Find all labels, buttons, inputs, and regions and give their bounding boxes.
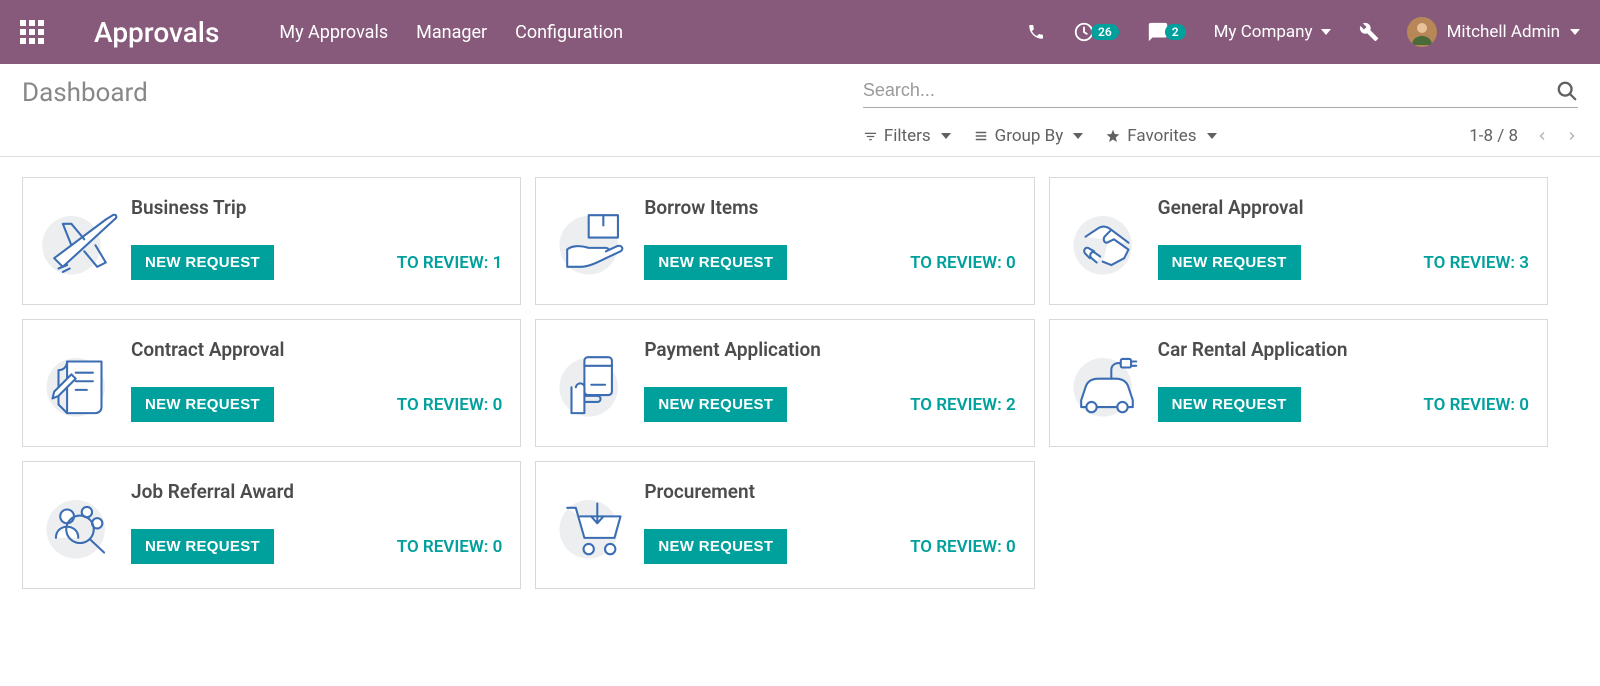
top-navbar: Approvals My Approvals Manager Configura… xyxy=(0,0,1600,64)
to-review-count: 0 xyxy=(493,395,503,415)
company-name: My Company xyxy=(1214,22,1313,42)
to-review-count: 0 xyxy=(1006,253,1016,273)
activity-badge: 26 xyxy=(1091,24,1119,40)
new-request-button[interactable]: NEW REQUEST xyxy=(1158,245,1301,280)
new-request-button[interactable]: NEW REQUEST xyxy=(1158,387,1301,422)
to-review-count: 3 xyxy=(1519,253,1529,273)
user-menu[interactable]: Mitchell Admin xyxy=(1407,17,1580,47)
messages-badge: 2 xyxy=(1165,24,1186,40)
card-title: Contract Approval xyxy=(131,338,502,361)
chevron-down-icon xyxy=(1570,29,1580,35)
to-review-link[interactable]: TO REVIEW: 0 xyxy=(910,253,1016,273)
card-contract-approval: Contract Approval NEW REQUEST TO REVIEW:… xyxy=(22,319,521,447)
to-review-link[interactable]: TO REVIEW: 2 xyxy=(910,395,1016,415)
to-review-link[interactable]: TO REVIEW: 0 xyxy=(1423,395,1529,415)
new-request-button[interactable]: NEW REQUEST xyxy=(131,529,274,564)
card-procurement: Procurement NEW REQUEST TO REVIEW: 0 xyxy=(535,461,1034,589)
new-request-button[interactable]: NEW REQUEST xyxy=(644,529,787,564)
to-review-link[interactable]: TO REVIEW: 0 xyxy=(910,537,1016,557)
messages-icon[interactable]: 2 xyxy=(1147,21,1186,43)
hand-box-icon xyxy=(548,196,638,286)
card-title: Payment Application xyxy=(644,338,1015,361)
card-title: Job Referral Award xyxy=(131,480,502,503)
to-review-count: 1 xyxy=(493,253,503,273)
chevron-down-icon xyxy=(1321,29,1331,35)
to-review-count: 0 xyxy=(1519,395,1529,415)
debug-icon[interactable] xyxy=(1359,22,1379,42)
pager-next-icon[interactable] xyxy=(1566,127,1578,145)
card-payment-application: Payment Application NEW REQUEST TO REVIE… xyxy=(535,319,1034,447)
chevron-down-icon xyxy=(1073,133,1083,139)
new-request-button[interactable]: NEW REQUEST xyxy=(644,245,787,280)
shopping-cart-icon xyxy=(548,480,638,570)
new-request-button[interactable]: NEW REQUEST xyxy=(131,245,274,280)
avatar xyxy=(1407,17,1437,47)
chevron-down-icon xyxy=(1207,133,1217,139)
to-review-count: 0 xyxy=(493,537,503,557)
phone-icon[interactable] xyxy=(1027,23,1045,41)
page-title: Dashboard xyxy=(22,78,148,108)
nav-my-approvals[interactable]: My Approvals xyxy=(279,22,388,43)
new-request-button[interactable]: NEW REQUEST xyxy=(131,387,274,422)
credit-card-hand-icon xyxy=(548,338,638,428)
handshake-icon xyxy=(1062,196,1152,286)
card-title: Procurement xyxy=(644,480,1015,503)
card-title: General Approval xyxy=(1158,196,1529,219)
to-review-prefix: TO REVIEW: xyxy=(397,537,493,557)
chevron-down-icon xyxy=(941,133,951,139)
company-selector[interactable]: My Company xyxy=(1214,22,1331,42)
favorites-label: Favorites xyxy=(1127,126,1196,146)
to-review-link[interactable]: TO REVIEW: 0 xyxy=(397,537,503,557)
to-review-link[interactable]: TO REVIEW: 1 xyxy=(397,253,503,273)
card-title: Borrow Items xyxy=(644,196,1015,219)
pager-prev-icon[interactable] xyxy=(1536,127,1548,145)
to-review-prefix: TO REVIEW: xyxy=(910,537,1006,557)
people-search-icon xyxy=(35,480,125,570)
cards-grid: Business Trip NEW REQUEST TO REVIEW: 1 B… xyxy=(0,157,1570,609)
apps-grid-icon[interactable] xyxy=(20,20,44,44)
to-review-prefix: TO REVIEW: xyxy=(1423,253,1519,273)
to-review-count: 0 xyxy=(1006,537,1016,557)
user-name: Mitchell Admin xyxy=(1447,22,1560,42)
favorites-button[interactable]: Favorites xyxy=(1105,126,1216,146)
search-bar xyxy=(863,78,1578,108)
card-business-trip: Business Trip NEW REQUEST TO REVIEW: 1 xyxy=(22,177,521,305)
card-title: Car Rental Application xyxy=(1158,338,1529,361)
to-review-prefix: TO REVIEW: xyxy=(397,395,493,415)
to-review-prefix: TO REVIEW: xyxy=(1423,395,1519,415)
to-review-link[interactable]: TO REVIEW: 3 xyxy=(1423,253,1529,273)
filters-button[interactable]: Filters xyxy=(863,126,951,146)
airplane-icon xyxy=(35,196,125,286)
pager: 1-8 / 8 xyxy=(1469,126,1578,146)
to-review-count: 2 xyxy=(1006,395,1016,415)
to-review-prefix: TO REVIEW: xyxy=(397,253,493,273)
card-car-rental: Car Rental Application NEW REQUEST TO RE… xyxy=(1049,319,1548,447)
groupby-label: Group By xyxy=(995,126,1064,146)
contract-sign-icon xyxy=(35,338,125,428)
groupby-button[interactable]: Group By xyxy=(973,126,1084,146)
nav-manager[interactable]: Manager xyxy=(416,22,487,43)
search-icon[interactable] xyxy=(1556,80,1578,102)
topbar-right: 26 2 My Company Mitchell Admin xyxy=(1027,17,1580,47)
card-job-referral: Job Referral Award NEW REQUEST TO REVIEW… xyxy=(22,461,521,589)
activity-icon[interactable]: 26 xyxy=(1073,21,1119,43)
search-input[interactable] xyxy=(863,78,1556,103)
nav-configuration[interactable]: Configuration xyxy=(515,22,623,43)
new-request-button[interactable]: NEW REQUEST xyxy=(644,387,787,422)
app-title[interactable]: Approvals xyxy=(94,16,219,49)
to-review-prefix: TO REVIEW: xyxy=(910,253,1006,273)
filters-label: Filters xyxy=(884,126,931,146)
filter-row: Filters Group By Favorites 1-8 / 8 xyxy=(863,126,1578,146)
control-panel: Dashboard Filters Group By Favorites xyxy=(0,64,1600,146)
nav-menu: My Approvals Manager Configuration xyxy=(279,22,623,43)
car-plug-icon xyxy=(1062,338,1152,428)
to-review-prefix: TO REVIEW: xyxy=(910,395,1006,415)
card-general-approval: General Approval NEW REQUEST TO REVIEW: … xyxy=(1049,177,1548,305)
card-borrow-items: Borrow Items NEW REQUEST TO REVIEW: 0 xyxy=(535,177,1034,305)
card-title: Business Trip xyxy=(131,196,502,219)
to-review-link[interactable]: TO REVIEW: 0 xyxy=(397,395,503,415)
pager-range[interactable]: 1-8 / 8 xyxy=(1469,126,1518,146)
